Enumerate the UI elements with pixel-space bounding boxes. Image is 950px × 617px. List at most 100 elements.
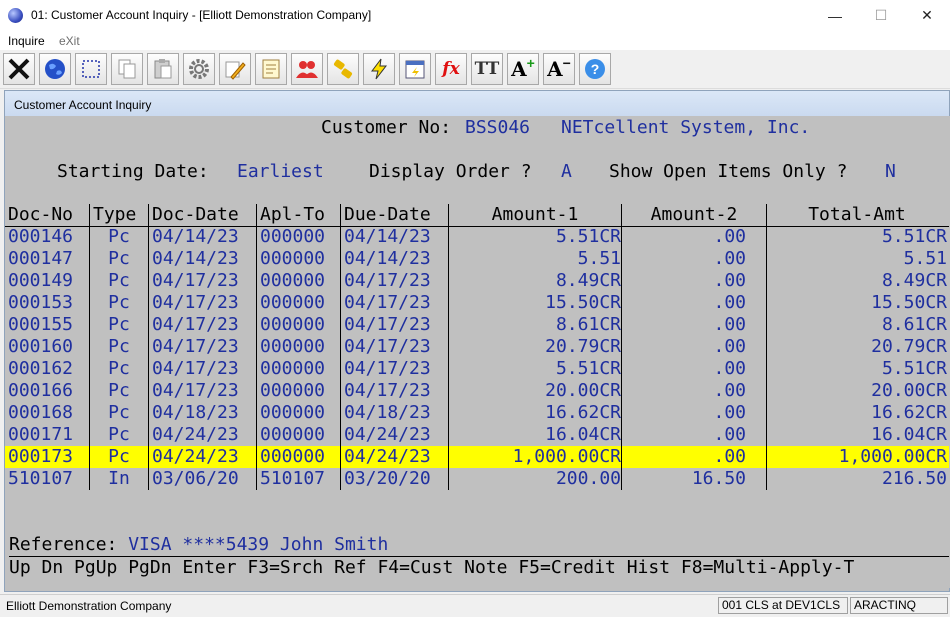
cell-amount-1: 16.62CR <box>545 402 621 423</box>
cell-doc-no: 000153 <box>8 292 74 313</box>
cell-type: Pc <box>108 314 130 335</box>
table-row[interactable]: 000171 Pc 04/24/23 000000 04/24/23 16.04CR .00… <box>5 424 949 446</box>
cell-doc-date: 03/06/20 <box>152 468 239 489</box>
cell-apl-to: 510107 <box>260 468 326 489</box>
table-row[interactable]: 000149 Pc 04/17/23 000000 04/17/23 8.49CR .00 8… <box>5 270 949 292</box>
starting-date-field[interactable]: Earliest <box>237 161 324 183</box>
table-row[interactable]: 000173 Pc 04/24/23 000000 04/24/23 1,000.00CR… <box>5 446 949 468</box>
cell-amount-1: 8.49CR <box>555 270 621 291</box>
globe-button[interactable] <box>39 53 71 85</box>
table-row[interactable]: 000162 Pc 04/17/23 000000 04/17/23 5.51CR .00 5… <box>5 358 949 380</box>
menu-exit[interactable]: eXit <box>59 34 80 48</box>
cell-apl-to: 000000 <box>260 446 326 467</box>
header-type: Type <box>93 204 137 225</box>
header-due-date: Due-Date <box>344 204 431 225</box>
cell-doc-no: 000146 <box>8 226 74 247</box>
cell-type: Pc <box>108 270 130 291</box>
table-row[interactable]: 000166 Pc 04/17/23 000000 04/17/23 20.00CR .00… <box>5 380 949 402</box>
help-icon: ? <box>585 59 605 79</box>
customer-name: NETcellent System, Inc. <box>561 117 811 138</box>
cell-amount-1: 200.00 <box>555 468 621 489</box>
function-keys-bar[interactable]: Up Dn PgUp PgDn Enter F3=Srch Ref F4=Cus… <box>9 556 949 579</box>
cell-amount-2: 16.50 <box>691 468 746 489</box>
table-row[interactable]: 000168 Pc 04/18/23 000000 04/18/23 16.62CR .00… <box>5 402 949 424</box>
font-size-button[interactable]: TT <box>471 53 503 85</box>
users-button[interactable] <box>291 53 323 85</box>
decrease-font-icon: A <box>547 57 563 81</box>
copy-button[interactable] <box>111 53 143 85</box>
cell-amount-2: .00 <box>713 270 746 291</box>
cell-doc-no: 510107 <box>8 468 74 489</box>
table-header: Doc-No Type Doc-Date Apl-To Due-Date Amount-1… <box>5 204 949 227</box>
display-order-field[interactable]: A <box>561 161 572 183</box>
increase-font-icon: A <box>511 57 527 81</box>
header-doc-date: Doc-Date <box>152 204 239 225</box>
cell-amount-2: .00 <box>713 292 746 313</box>
link-button[interactable] <box>327 53 359 85</box>
cell-doc-date: 04/17/23 <box>152 358 239 379</box>
open-items-field[interactable]: N <box>885 161 896 183</box>
col-divider <box>621 204 622 490</box>
function-button[interactable]: fx <box>435 53 467 85</box>
cell-amount-1: 1,000.00CR <box>512 446 621 467</box>
cell-type: Pc <box>108 226 130 247</box>
cell-doc-date: 04/17/23 <box>152 380 239 401</box>
close-x-button[interactable] <box>3 53 35 85</box>
cell-doc-date: 04/18/23 <box>152 402 239 423</box>
cell-doc-date: 04/14/23 <box>152 248 239 269</box>
increase-font-button[interactable]: A + <box>507 53 539 85</box>
cell-due-date: 04/14/23 <box>344 226 431 247</box>
cell-doc-date: 04/24/23 <box>152 446 239 467</box>
cell-apl-to: 000000 <box>260 292 326 313</box>
menu-inquire[interactable]: Inquire <box>8 34 45 48</box>
cell-apl-to: 000000 <box>260 226 326 247</box>
cell-total-amt: 20.79CR <box>871 336 947 357</box>
calendar-button[interactable] <box>399 53 431 85</box>
cell-apl-to: 000000 <box>260 358 326 379</box>
header-amount-2: Amount-2 <box>650 204 738 225</box>
cell-due-date: 04/14/23 <box>344 248 431 269</box>
cell-type: Pc <box>108 446 130 467</box>
paste-button[interactable] <box>147 53 179 85</box>
help-button[interactable]: ? <box>579 53 611 85</box>
cell-amount-1: 5.51CR <box>555 358 621 379</box>
cell-amount-1: 16.04CR <box>545 424 621 445</box>
edit-button[interactable] <box>219 53 251 85</box>
select-button[interactable] <box>75 53 107 85</box>
cell-type: Pc <box>108 424 130 445</box>
status-bar: Elliott Demonstration Company 001 CLS at… <box>0 594 950 617</box>
table-row[interactable]: 000160 Pc 04/17/23 000000 04/17/23 20.79CR .00… <box>5 336 949 358</box>
cell-apl-to: 000000 <box>260 402 326 423</box>
table-row[interactable]: 000147 Pc 04/14/23 000000 04/14/23 5.51 .00 5.5… <box>5 248 949 270</box>
close-window-button[interactable]: ✕ <box>904 0 950 31</box>
cell-amount-1: 5.51 <box>577 248 621 269</box>
starting-date-label: Starting Date: <box>57 161 209 182</box>
minimize-button[interactable]: — <box>812 0 858 31</box>
cell-due-date: 04/17/23 <box>344 336 431 357</box>
cell-amount-2: .00 <box>713 380 746 401</box>
cell-due-date: 04/24/23 <box>344 424 431 445</box>
lightning-button[interactable] <box>363 53 395 85</box>
table-row[interactable]: 000146 Pc 04/14/23 000000 04/14/23 5.51CR .00 5… <box>5 226 949 248</box>
cell-type: Pc <box>108 248 130 269</box>
table-row[interactable]: 000153 Pc 04/17/23 000000 04/17/23 15.50CR .00… <box>5 292 949 314</box>
cell-amount-1: 5.51CR <box>555 226 621 247</box>
customer-no-field[interactable]: BSS046 <box>465 117 530 139</box>
cell-doc-date: 04/14/23 <box>152 226 239 247</box>
status-program: ARACTINQ <box>850 597 948 614</box>
settings-button[interactable] <box>183 53 215 85</box>
table-row[interactable]: 000155 Pc 04/17/23 000000 04/17/23 8.61CR .00 8… <box>5 314 949 336</box>
notes-button[interactable] <box>255 53 287 85</box>
cell-total-amt: 5.51CR <box>881 226 947 247</box>
col-divider <box>448 204 449 490</box>
cell-doc-no: 000155 <box>8 314 74 335</box>
function-icon: fx <box>442 59 460 79</box>
cell-due-date: 04/24/23 <box>344 446 431 467</box>
table-row[interactable]: 510107 In 03/06/20 510107 03/20/20 200.00 16.5… <box>5 468 949 490</box>
cell-total-amt: 1,000.00CR <box>838 446 947 467</box>
maximize-button[interactable]: ☐ <box>858 0 904 31</box>
paste-icon <box>154 59 172 79</box>
decrease-font-button[interactable]: A − <box>543 53 575 85</box>
header-doc-no: Doc-No <box>8 204 74 225</box>
notes-icon <box>262 59 280 79</box>
